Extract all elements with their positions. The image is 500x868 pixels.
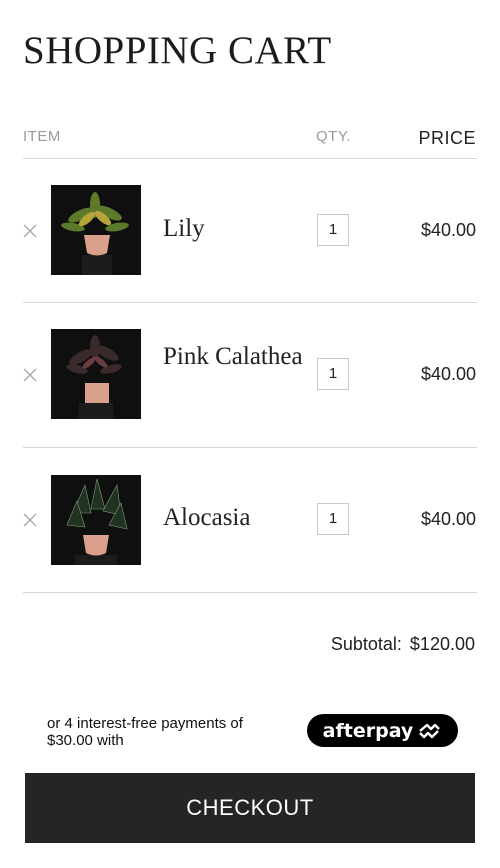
afterpay-arrows-icon (416, 721, 442, 741)
column-header-price: PRICE (418, 128, 476, 148)
item-name[interactable]: Lily (163, 214, 303, 244)
item-price: $40.00 (420, 509, 476, 529)
afterpay-wordmark: afterpay (322, 719, 414, 742)
cart-row: Lily 1 $40.00 (0, 158, 500, 302)
cart-row: Pink Calathea 1 $40.00 (0, 302, 500, 446)
column-header-qty: QTY. (316, 128, 352, 145)
afterpay-message: or 4 interest-free payments of $30.00 wi… (47, 715, 243, 749)
cart-row: Alocasia 1 $40.00 (0, 447, 500, 591)
item-price: $40.00 (420, 364, 476, 384)
subtotal: Subtotal: $120.00 (331, 634, 475, 655)
remove-item-icon[interactable] (23, 513, 37, 527)
item-price: $40.00 (420, 220, 476, 240)
page-title: SHOPPING CART (23, 29, 332, 72)
item-name[interactable]: Pink Calathea (163, 342, 303, 372)
remove-item-icon[interactable] (23, 224, 37, 238)
lily-plant-image[interactable] (51, 185, 141, 275)
quantity-input[interactable]: 1 (317, 214, 349, 246)
quantity-input[interactable]: 1 (317, 503, 349, 535)
pink-calathea-plant-image[interactable] (51, 329, 141, 419)
subtotal-value: $120.00 (409, 634, 475, 654)
quantity-input[interactable]: 1 (317, 358, 349, 390)
afterpay-badge[interactable]: afterpay (307, 714, 458, 747)
divider (23, 592, 477, 593)
remove-item-icon[interactable] (23, 368, 37, 382)
item-name[interactable]: Alocasia (163, 503, 303, 533)
checkout-button[interactable]: CHECKOUT (25, 773, 475, 843)
alocasia-plant-image[interactable] (51, 475, 141, 565)
column-header-item: ITEM (23, 128, 61, 145)
subtotal-label: Subtotal: (330, 634, 402, 654)
